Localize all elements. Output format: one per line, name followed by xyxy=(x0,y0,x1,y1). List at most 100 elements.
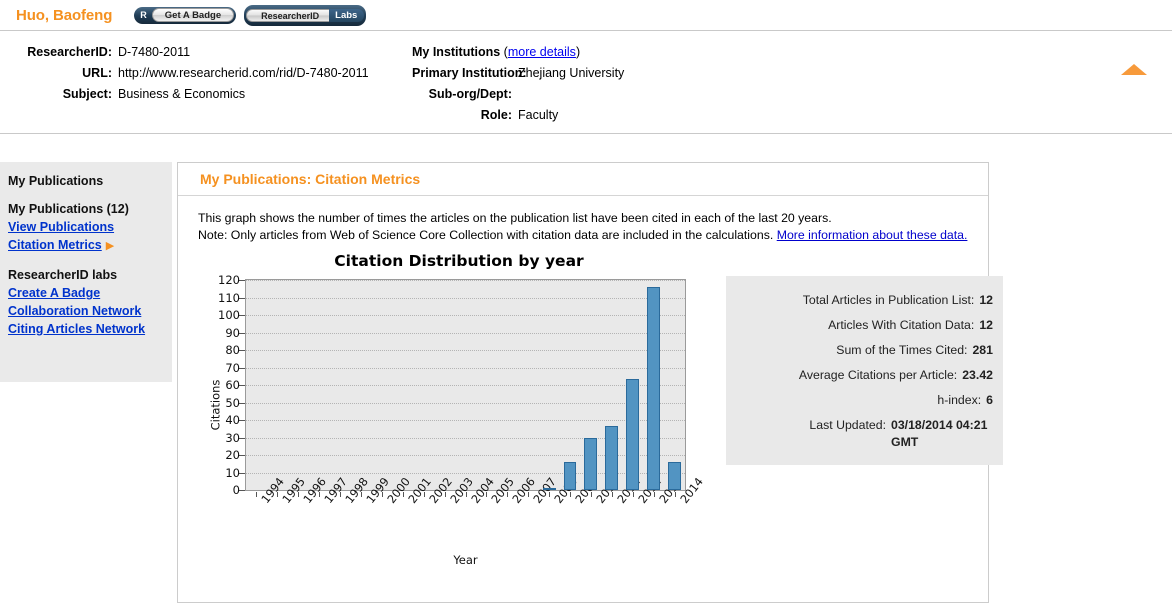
metric-row: Sum of the Times Cited: 281 xyxy=(730,338,993,363)
chart-x-tick xyxy=(611,492,613,497)
chart-x-tick xyxy=(277,492,279,497)
chart-x-tick xyxy=(486,492,488,497)
panel-content: This graph shows the number of times the… xyxy=(178,196,1003,602)
chart-and-metrics-area: Citation Distribution by year Citations … xyxy=(198,252,1003,572)
chart-y-tick-label: 80 xyxy=(225,343,240,357)
chart-x-tick xyxy=(360,492,362,497)
chart-y-tick-label: 50 xyxy=(225,395,240,410)
researcherid-labs-button[interactable]: ResearcherID Labs xyxy=(244,4,367,26)
field-value: Faculty xyxy=(518,108,559,122)
metric-label: Sum of the Times Cited: xyxy=(836,343,968,357)
sidebar-item-citing-articles-network[interactable]: Citing Articles Network xyxy=(8,320,145,338)
chart-x-tick xyxy=(444,492,446,497)
chart-title: Citation Distribution by year xyxy=(334,252,584,270)
metric-row: h-index: 6 xyxy=(730,388,993,413)
chart-y-tick-label: 60 xyxy=(225,378,240,392)
field-label: URL: xyxy=(82,66,112,80)
metric-row: Articles With Citation Data: 12 xyxy=(730,313,993,338)
metric-row-last-updated: Last Updated: 03/18/2014 04:21 GMT xyxy=(730,413,993,451)
header-pill-group: R Get A Badge ResearcherID Labs xyxy=(134,4,367,26)
chart-x-tick xyxy=(402,492,404,497)
triangle-up-icon[interactable] xyxy=(1121,64,1147,75)
metric-label: Articles With Citation Data: xyxy=(828,318,975,332)
page-body: My Publications My Publications (12) Vie… xyxy=(0,134,1172,603)
sidebar-labs-heading: ResearcherID labs xyxy=(8,268,118,282)
citation-metrics-summary: Total Articles in Publication List: 12 A… xyxy=(726,276,1003,465)
metric-value: 281 xyxy=(972,343,993,357)
chart-bar xyxy=(647,287,661,490)
chart-x-tick xyxy=(256,492,258,497)
profile-field-suborg: Sub-org/Dept: xyxy=(412,84,832,105)
chart-y-tick-label: 40 xyxy=(225,413,240,427)
field-label: Primary Institution: xyxy=(412,66,527,80)
chart-x-tick xyxy=(381,492,383,497)
metric-value: 23.42 xyxy=(962,368,993,382)
profile-field-role: Role: Faculty xyxy=(412,105,832,126)
chart-x-tick xyxy=(570,492,572,497)
chart-x-tick xyxy=(528,492,530,497)
sidebar-item-create-a-badge[interactable]: Create A Badge xyxy=(8,284,100,302)
chart-x-tick xyxy=(465,492,467,497)
chart-bar xyxy=(584,438,598,490)
metric-row: Average Citations per Article: 23.42 xyxy=(730,363,993,388)
chart-y-tick-label: 110 xyxy=(218,290,240,305)
chart-x-tick xyxy=(319,492,321,497)
chart-x-tick xyxy=(549,492,551,497)
profile-field-primary-institution: Primary Institution: Zhejiang University xyxy=(412,63,832,84)
more-details-link[interactable]: more details xyxy=(508,45,576,59)
sidebar-publications-count: My Publications (12) xyxy=(8,202,129,216)
profile-field-researcherid: ResearcherID: D-7480-2011 xyxy=(0,42,400,63)
description-note-text: Note: Only articles from Web of Science … xyxy=(198,228,774,242)
chart-x-axis-label: Year xyxy=(453,553,478,567)
field-value: D-7480-2011 xyxy=(118,45,191,59)
chart-y-tick-label: 10 xyxy=(225,465,240,480)
panel-bottom-spacer xyxy=(198,572,988,602)
sidebar-heading: My Publications xyxy=(8,174,104,188)
sidebar-item-citation-metrics[interactable]: Citation Metrics xyxy=(8,236,102,254)
field-label: ResearcherID: xyxy=(27,45,112,59)
chart-x-tick xyxy=(632,492,634,497)
chart-y-tick-label: 70 xyxy=(225,360,240,375)
metric-row: Total Articles in Publication List: 12 xyxy=(730,288,993,313)
researcherid-r-icon: R xyxy=(140,9,147,20)
chart-bar xyxy=(626,379,640,490)
metric-label: h-index: xyxy=(937,393,982,407)
field-value xyxy=(512,84,518,105)
field-value: Business & Economics xyxy=(118,87,246,101)
metric-value: 12 xyxy=(979,318,993,332)
metric-label: Last Updated: xyxy=(809,418,886,432)
more-details-wrapper: (more details) xyxy=(500,45,581,59)
get-a-badge-button[interactable]: R Get A Badge xyxy=(134,6,237,24)
chart-bar xyxy=(605,425,619,490)
metric-value: 6 xyxy=(986,393,993,407)
get-a-badge-label: Get A Badge xyxy=(151,8,235,22)
more-information-link[interactable]: More information about these data. xyxy=(777,228,968,242)
sidebar-item-view-publications[interactable]: View Publications xyxy=(8,218,114,236)
chart-y-tick-label: 120 xyxy=(218,273,240,287)
panel-title: My Publications: Citation Metrics xyxy=(200,171,421,187)
description-line-2: Note: Only articles from Web of Science … xyxy=(198,227,988,244)
field-label: Role: xyxy=(480,108,512,122)
chart-x-tick xyxy=(507,492,509,497)
chart-x-tick xyxy=(298,492,300,497)
labs-label: Labs xyxy=(329,8,365,22)
citation-distribution-chart: Citations 0 10 20 30 40 50 60 70 80 90 100 110 120 19… xyxy=(198,273,710,567)
citation-metrics-panel: My Publications: Citation Metrics This g… xyxy=(177,162,1003,603)
top-header-bar: Huo, Baofeng R Get A Badge ResearcherID … xyxy=(0,0,1172,31)
sidebar-item-collaboration-network[interactable]: Collaboration Network xyxy=(8,302,141,320)
chart-x-tick xyxy=(653,492,655,497)
field-value: Zhejiang University xyxy=(518,66,625,80)
chart-x-tick xyxy=(590,492,592,497)
chart-y-tick-label: 90 xyxy=(225,325,240,340)
chart-y-tick-label: 100 xyxy=(218,308,240,322)
researcherid-label: ResearcherID xyxy=(246,8,330,22)
chart-bars-layer xyxy=(246,280,685,490)
sidebar: My Publications My Publications (12) Vie… xyxy=(0,162,172,382)
profile-right-column: My Institutions (more details) Primary I… xyxy=(412,42,832,126)
field-value: http://www.researcherid.com/rid/D-7480-2… xyxy=(118,66,369,80)
chart-y-tick-label: 30 xyxy=(225,430,240,445)
description-line-1: This graph shows the number of times the… xyxy=(198,211,832,225)
profile-left-column: ResearcherID: D-7480-2011 URL: http://ww… xyxy=(0,42,400,105)
field-label: Sub-org/Dept: xyxy=(428,87,512,101)
